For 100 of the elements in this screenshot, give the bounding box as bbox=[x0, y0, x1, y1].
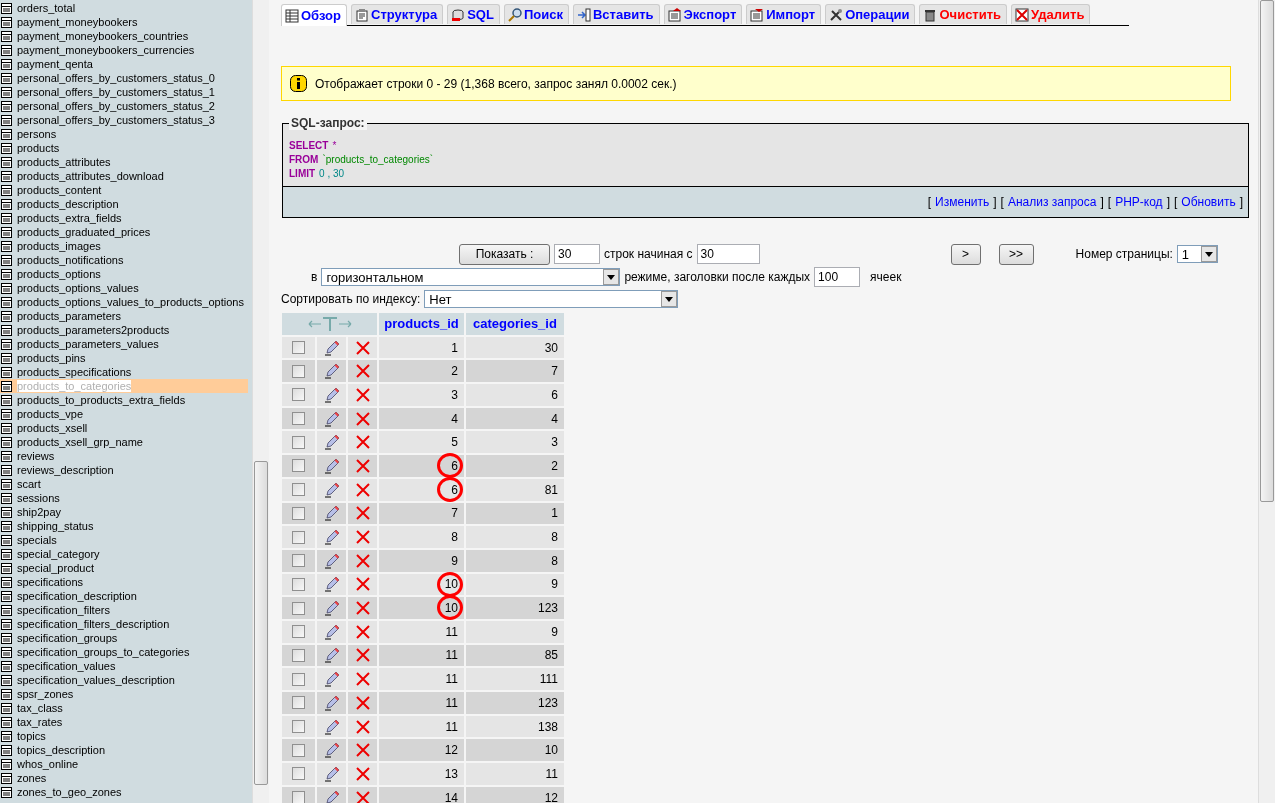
row-checkbox[interactable] bbox=[292, 625, 305, 639]
pencil-icon[interactable] bbox=[323, 386, 340, 403]
table-list-item[interactable]: products_options_values_to_products_options bbox=[0, 295, 248, 309]
table-list-item[interactable]: products_xsell_grp_name bbox=[0, 435, 248, 449]
delete-icon[interactable] bbox=[355, 672, 370, 687]
tab[interactable]: Структура bbox=[351, 4, 444, 24]
table-list-item[interactable]: products_images bbox=[0, 239, 248, 253]
scrollbar-thumb[interactable] bbox=[254, 461, 268, 785]
table-list-item[interactable]: topics_description bbox=[0, 743, 248, 757]
delete-icon[interactable] bbox=[355, 387, 370, 402]
tab[interactable]: SQL bbox=[447, 4, 500, 24]
table-list-item[interactable]: products_options_values bbox=[0, 281, 248, 295]
pencil-icon[interactable] bbox=[323, 481, 340, 498]
delete-icon[interactable] bbox=[355, 648, 370, 663]
table-list-item[interactable]: products_vpe bbox=[0, 407, 248, 421]
scrollbar[interactable] bbox=[252, 0, 269, 803]
next-page-button[interactable]: > bbox=[950, 243, 981, 265]
table-list-item[interactable]: ship2pay bbox=[0, 505, 248, 519]
scrollbar-thumb[interactable] bbox=[1260, 0, 1274, 502]
table-list-item[interactable]: specification_filters bbox=[0, 603, 248, 617]
page-select[interactable]: 1 bbox=[1176, 245, 1218, 263]
row-checkbox[interactable] bbox=[292, 412, 305, 426]
delete-icon[interactable] bbox=[355, 458, 370, 473]
table-list-item[interactable]: specification_filters_description bbox=[0, 617, 248, 631]
delete-icon[interactable] bbox=[355, 624, 370, 639]
tab[interactable]: Вставить bbox=[572, 4, 660, 24]
table-list-item[interactable]: products_attributes_download bbox=[0, 169, 248, 183]
delete-icon[interactable] bbox=[355, 364, 370, 379]
table-list-item[interactable]: specials bbox=[0, 533, 248, 547]
table-list-item[interactable]: spsr_zones bbox=[0, 687, 248, 701]
tab[interactable]: Поиск bbox=[503, 4, 569, 24]
table-list-item[interactable]: specification_description bbox=[0, 589, 248, 603]
row-checkbox[interactable] bbox=[292, 672, 305, 686]
table-list-item[interactable]: specifications bbox=[0, 575, 248, 589]
table-list-item[interactable]: products_parameters2products bbox=[0, 323, 248, 337]
table-list-item[interactable]: scart bbox=[0, 477, 248, 491]
delete-icon[interactable] bbox=[355, 435, 370, 450]
table-list-item[interactable]: personal_offers_by_customers_status_1 bbox=[0, 85, 248, 99]
table-list-item[interactable]: zones bbox=[0, 771, 248, 785]
table-list-item[interactable]: products_content bbox=[0, 183, 248, 197]
start-row-field[interactable]: 30 bbox=[696, 244, 760, 264]
row-checkbox[interactable] bbox=[292, 554, 305, 568]
pencil-icon[interactable] bbox=[323, 765, 340, 782]
row-checkbox[interactable] bbox=[292, 767, 305, 781]
pencil-icon[interactable] bbox=[323, 671, 340, 688]
table-list-item[interactable]: specification_values bbox=[0, 659, 248, 673]
delete-icon[interactable] bbox=[355, 790, 370, 803]
sql-action-link[interactable]: Изменить bbox=[935, 195, 990, 209]
table-list-item[interactable]: sessions bbox=[0, 491, 248, 505]
table-list-item[interactable]: personal_offers_by_customers_status_2 bbox=[0, 99, 248, 113]
pencil-icon[interactable] bbox=[323, 789, 340, 803]
sort-select[interactable]: Нет bbox=[424, 290, 679, 308]
table-list-item[interactable]: products_parameters_values bbox=[0, 337, 248, 351]
table-list-item[interactable]: products_xsell bbox=[0, 421, 248, 435]
delete-icon[interactable] bbox=[355, 482, 370, 497]
table-list-item[interactable]: personal_offers_by_customers_status_3 bbox=[0, 113, 248, 127]
delete-icon[interactable] bbox=[355, 530, 370, 545]
delete-icon[interactable] bbox=[355, 695, 370, 710]
row-checkbox[interactable] bbox=[292, 648, 305, 662]
tab[interactable]: Обзор bbox=[281, 4, 347, 26]
row-checkbox[interactable] bbox=[292, 364, 305, 378]
delete-icon[interactable] bbox=[355, 340, 370, 355]
table-list-item[interactable]: specification_values_description bbox=[0, 673, 248, 687]
table-list-item[interactable]: payment_moneybookers bbox=[0, 15, 248, 29]
table-list-item[interactable]: products_graduated_prices bbox=[0, 225, 248, 239]
repeat-field[interactable]: 100 bbox=[814, 267, 861, 287]
last-page-button[interactable]: >> bbox=[998, 243, 1034, 265]
table-list-item[interactable]: products bbox=[0, 141, 248, 155]
scrollbar[interactable] bbox=[1258, 0, 1275, 803]
delete-icon[interactable] bbox=[355, 577, 370, 592]
delete-icon[interactable] bbox=[355, 719, 370, 734]
table-list-item[interactable]: topics bbox=[0, 729, 248, 743]
table-list-item[interactable]: persons bbox=[0, 127, 248, 141]
table-list-item[interactable]: special_category bbox=[0, 547, 248, 561]
table-list-item[interactable]: special_product bbox=[0, 561, 248, 575]
row-checkbox[interactable] bbox=[292, 459, 305, 473]
table-list-item[interactable]: payment_qenta bbox=[0, 57, 248, 71]
tab[interactable]: Импорт bbox=[746, 4, 822, 24]
table-list-item[interactable]: products_notifications bbox=[0, 253, 248, 267]
sql-action-link[interactable]: PHP-код bbox=[1115, 195, 1163, 209]
table-list-item[interactable]: products_pins bbox=[0, 351, 248, 365]
row-checkbox[interactable] bbox=[292, 506, 305, 520]
delete-icon[interactable] bbox=[355, 506, 370, 521]
row-checkbox[interactable] bbox=[292, 341, 305, 355]
delete-icon[interactable] bbox=[355, 601, 370, 616]
column-header[interactable]: categories_id bbox=[466, 313, 564, 335]
row-checkbox[interactable] bbox=[292, 577, 305, 591]
table-list-item[interactable]: products_extra_fields bbox=[0, 211, 248, 225]
table-list-item[interactable]: whos_online bbox=[0, 757, 248, 771]
delete-icon[interactable] bbox=[355, 411, 370, 426]
table-list-item[interactable]: products_description bbox=[0, 197, 248, 211]
row-count-field[interactable]: 30 bbox=[554, 244, 600, 264]
table-list-item[interactable]: products_to_products_extra_fields bbox=[0, 393, 248, 407]
table-list-item[interactable]: tax_class bbox=[0, 701, 248, 715]
mode-select[interactable]: горизонтальном bbox=[321, 268, 621, 286]
row-checkbox[interactable] bbox=[292, 483, 305, 497]
delete-icon[interactable] bbox=[355, 553, 370, 568]
pencil-icon[interactable] bbox=[323, 600, 340, 617]
row-checkbox[interactable] bbox=[292, 530, 305, 544]
table-list-item[interactable]: payment_moneybookers_currencies bbox=[0, 43, 248, 57]
